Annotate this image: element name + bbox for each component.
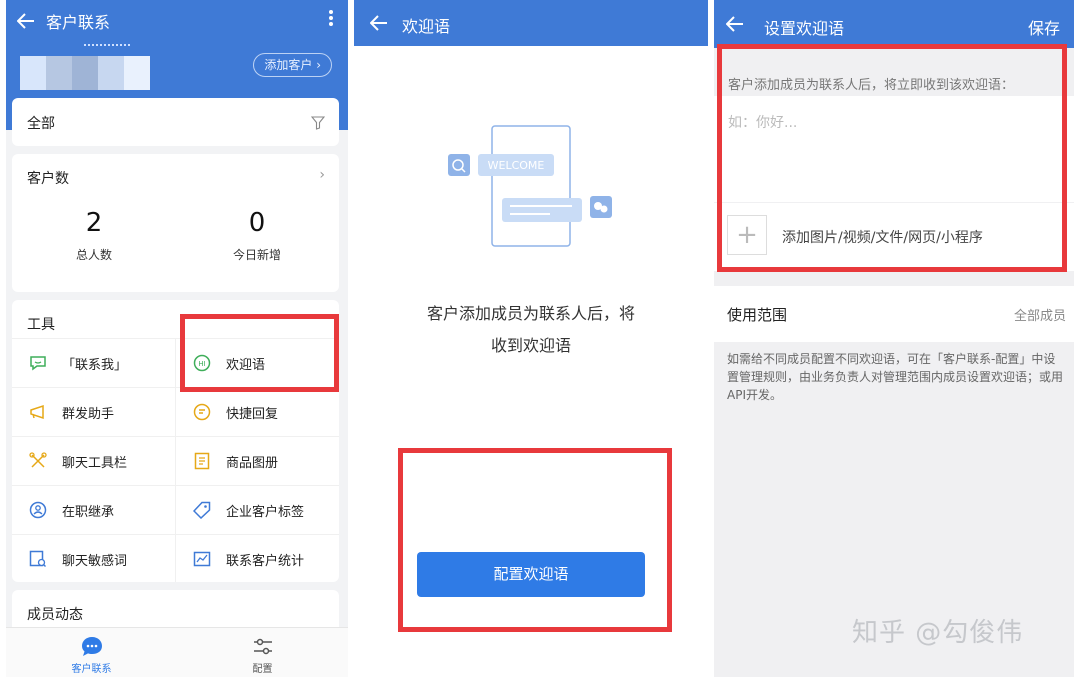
tool-label: 在职继承 [62, 504, 115, 520]
more-menu-icon[interactable] [328, 8, 334, 30]
filter-label: 全部 [27, 116, 55, 132]
add-customer-button[interactable]: 添加客户 › [253, 53, 332, 77]
tab-customer-contact[interactable]: 客户联系 [6, 628, 177, 677]
tab-label: 客户联系 [71, 664, 112, 675]
tab-settings[interactable]: 配置 [177, 628, 348, 677]
tool-sensitive-words[interactable]: 聊天敏感词 [12, 535, 175, 583]
blurred-name [84, 44, 130, 50]
tool-label: 群发助手 [62, 406, 115, 422]
top-bar: 欢迎语 [354, 0, 708, 46]
catalog-icon [192, 451, 212, 471]
today-label: 今日新增 [232, 248, 281, 262]
page-title: 欢迎语 [402, 17, 451, 36]
tool-product-catalog[interactable]: 商品图册 [176, 437, 339, 485]
welcome-illustration: WELCOME [444, 120, 624, 250]
welcome-message-screen: 欢迎语 WELCOME 客户添加成员为联系人后，将 收到欢迎语 配置欢迎语 [354, 0, 708, 677]
watermark: 知乎 @勾俊伟 [852, 618, 1024, 648]
scope-description: 如需给不同成员配置不同欢迎语，可在「客户联系-配置」中设置管理规则，由业务负责人… [727, 352, 1064, 402]
tool-label: 快捷回复 [226, 406, 279, 422]
tool-quick-reply[interactable]: 快捷回复 [176, 388, 339, 436]
description-line: 客户添加成员为联系人后，将 [426, 304, 635, 323]
save-button[interactable]: 保存 [1028, 15, 1060, 39]
usage-scope-value: 全部成员 [1013, 309, 1066, 324]
member-activity-label: 成员动态 [27, 607, 83, 623]
total-stat: 2 总人数 [12, 206, 176, 263]
tool-customer-tags[interactable]: 企业客户标签 [176, 486, 339, 534]
usage-scope-row[interactable]: 使用范围 全部成员 [714, 286, 1074, 342]
back-arrow-icon[interactable] [6, 0, 46, 42]
illustration-welcome-text: WELCOME [488, 159, 545, 172]
tab-label: 配置 [252, 664, 273, 675]
top-bar: 设置欢迎语 保存 [714, 0, 1074, 48]
page-title: 客户联系 [46, 13, 111, 32]
tool-broadcast[interactable]: 群发助手 [12, 388, 175, 436]
sliders-icon [251, 636, 275, 658]
blurred-avatar [20, 56, 150, 90]
total-value: 2 [85, 208, 103, 238]
tool-label: 联系客户统计 [226, 553, 305, 569]
page-title: 设置欢迎语 [764, 19, 845, 38]
today-value: 0 [248, 208, 266, 238]
tool-label: 企业客户标签 [226, 504, 305, 520]
set-welcome-message-screen: 设置欢迎语 保存 客户添加成员为联系人后，将立即收到该欢迎语： 如：你好... … [714, 0, 1074, 677]
tools-heading: 工具 [27, 317, 55, 333]
tool-label: 聊天工具栏 [62, 455, 128, 471]
tool-contact-me[interactable]: 「联系我」 [12, 339, 175, 387]
today-stat: 0 今日新增 [175, 206, 339, 263]
top-bar: 客户联系 [6, 0, 348, 42]
toolbar-icon [28, 451, 48, 471]
stats-icon [192, 549, 212, 569]
customer-contact-screen: 客户联系 添加客户 › 全部 客户数 › 2 总人数 0 今日新增 工具 「联系… [6, 0, 348, 677]
megaphone-icon [28, 402, 48, 422]
chat-bubble-icon [28, 353, 48, 373]
filter-card[interactable]: 全部 [12, 98, 339, 146]
tool-label: 聊天敏感词 [62, 553, 128, 569]
bottom-tab-bar: 客户联系 配置 [6, 627, 348, 677]
back-arrow-icon[interactable] [364, 0, 394, 46]
tool-succession[interactable]: 在职继承 [12, 486, 175, 534]
transfer-icon [28, 500, 48, 520]
highlight-box [398, 448, 672, 632]
usage-scope-label: 使用范围 [727, 306, 788, 324]
customer-count-card[interactable]: 客户数 › 2 总人数 0 今日新增 [12, 154, 339, 292]
customer-count-label: 客户数 [27, 171, 69, 187]
funnel-icon[interactable] [310, 115, 326, 134]
back-arrow-icon[interactable] [720, 0, 750, 48]
tool-contact-stats[interactable]: 联系客户统计 [176, 535, 339, 583]
chat-bubble-icon [80, 636, 104, 658]
quick-reply-icon [192, 402, 212, 422]
chevron-right-icon[interactable]: › [319, 167, 325, 183]
description-line: 收到欢迎语 [490, 336, 571, 355]
tool-label: 商品图册 [226, 455, 279, 471]
welcome-description: 客户添加成员为联系人后，将 收到欢迎语 [354, 298, 708, 362]
sensitive-word-icon [28, 549, 48, 569]
highlight-box [180, 314, 339, 392]
total-label: 总人数 [75, 248, 112, 262]
tag-icon [192, 500, 212, 520]
tool-chat-toolbar[interactable]: 聊天工具栏 [12, 437, 175, 485]
tool-label: 「联系我」 [62, 357, 128, 373]
member-activity-card[interactable]: 成员动态 [12, 590, 339, 630]
highlight-box [717, 44, 1067, 272]
